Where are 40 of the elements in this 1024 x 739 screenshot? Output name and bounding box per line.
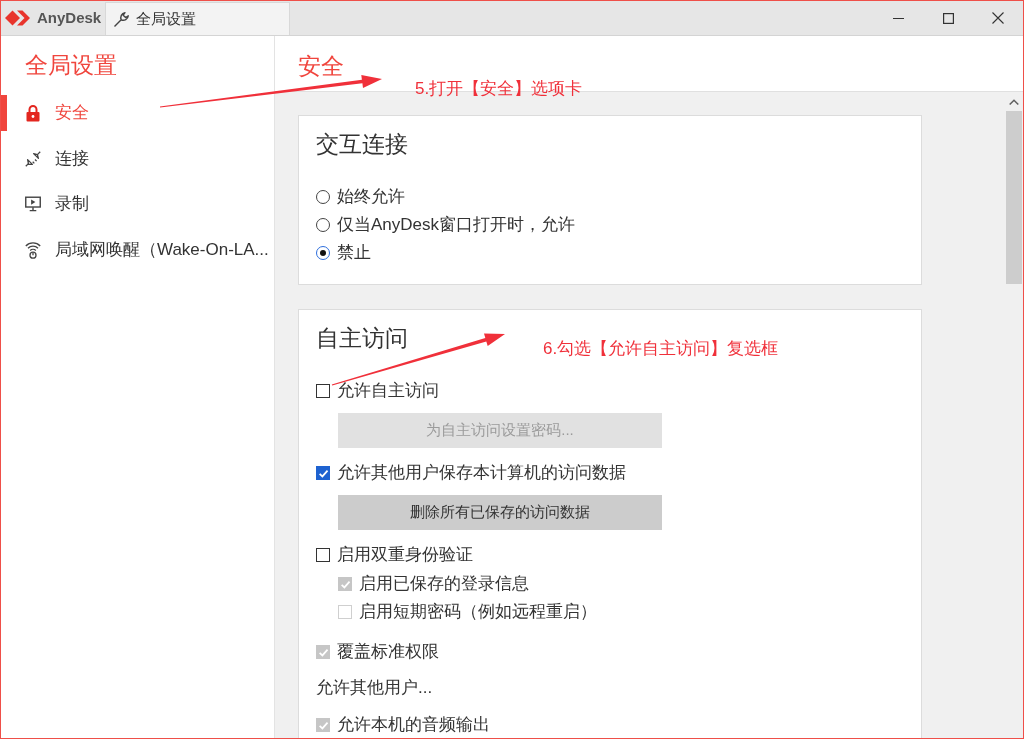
checkbox[interactable] [316,548,330,562]
radio-button[interactable] [316,246,330,260]
checkbox-label: 允许自主访问 [337,380,439,403]
checkbox-label: 启用短期密码（例如远程重启） [359,601,597,624]
sidebar-title: 全局设置 [24,51,117,80]
section-text: 允许其他用户... [316,677,433,700]
checkbox-label: 启用双重身份验证 [337,544,473,567]
sidebar-item[interactable]: 局域网唤醒（Wake-On-LA... [1,231,274,268]
annotation-text: 6.勾选【允许自主访问】复选框 [543,338,779,360]
close-icon [992,12,1004,24]
monitor-play-icon [25,196,41,212]
lock-icon [26,104,40,122]
maximize-icon [942,12,954,24]
chevron-up-icon[interactable] [1009,99,1019,105]
card-title: 自主访问 [316,324,408,353]
checkbox[interactable] [316,384,330,398]
page-title: 安全 [298,51,344,81]
checkbox-label: 覆盖标准权限 [337,641,439,664]
minimize-icon [892,17,904,19]
checkbox-label: 允许其他用户保存本计算机的访问数据 [337,462,626,485]
radio-button[interactable] [316,218,330,232]
sidebar-item[interactable]: 连接 [1,140,274,177]
settings-tab[interactable]: 全局设置 [105,2,291,35]
button[interactable]: 删除所有已保存的访问数据 [338,495,662,530]
scrollbar-thumb[interactable] [1006,111,1022,284]
logo-icon [5,9,32,27]
plug-icon [25,150,41,167]
checkbox-label: 启用已保存的登录信息 [359,573,529,596]
checkbox[interactable] [316,466,330,480]
app-name: AnyDesk [37,7,102,28]
radio-label: 仅当AnyDesk窗口打开时，允许 [337,214,576,237]
annotation-text: 5.打开【安全】选项卡 [415,78,583,100]
card-title: 交互连接 [316,130,408,159]
wireless-power-icon [25,240,41,259]
radio-button[interactable] [316,190,330,204]
sidebar-item[interactable]: 录制 [1,186,274,222]
radio-label: 禁止 [337,242,371,265]
checkbox-label: 允许本机的音频输出 [337,714,490,737]
wrench-icon [113,10,131,28]
radio-label: 始终允许 [337,186,405,209]
